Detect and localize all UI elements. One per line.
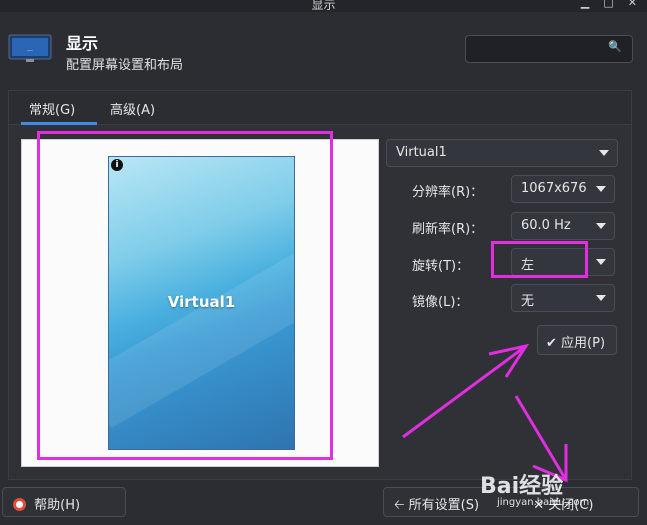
resolution-label: 分辨率(R)： <box>412 185 484 200</box>
svg-text:...: ... <box>27 46 33 53</box>
resolution-combo[interactable]: 1067x676 <box>511 175 615 203</box>
search-input[interactable]: 🔍 <box>465 35 633 63</box>
chevron-down-icon <box>596 223 606 229</box>
display-select[interactable]: Virtual1 <box>386 139 618 167</box>
display-preview: i Virtual1 <box>21 139 379 467</box>
page-title: 显示 <box>66 34 99 53</box>
active-tab-indicator <box>21 122 97 125</box>
all-settings-label: 所有设置(S) <box>408 498 480 513</box>
search-icon: 🔍 <box>608 40 622 53</box>
monitor-virtual1[interactable]: i Virtual1 <box>108 156 295 450</box>
refresh-label: 刷新率(R)： <box>412 222 484 237</box>
tab-general[interactable]: 常规(G) <box>29 99 75 118</box>
info-icon[interactable]: i <box>111 159 123 171</box>
title-bar: 显示 ▁ □ ✕ <box>0 0 647 12</box>
lifebuoy-icon <box>13 498 26 511</box>
refresh-combo[interactable]: 60.0 Hz <box>511 212 615 240</box>
apply-button[interactable]: ✔ 应用(P) <box>537 325 617 355</box>
mirror-value: 无 <box>521 294 535 309</box>
check-icon: ✔ <box>546 336 557 351</box>
minimize-icon[interactable]: ▁ <box>581 0 589 9</box>
refresh-value: 60.0 Hz <box>521 218 571 233</box>
chevron-down-icon <box>596 295 606 301</box>
chevron-down-icon <box>599 150 609 156</box>
help-button-label: 帮助(H) <box>34 498 81 513</box>
page-subtitle: 配置屏幕设置和布局 <box>66 58 184 73</box>
maximize-icon[interactable]: □ <box>603 0 613 9</box>
window-controls: ▁ □ ✕ <box>581 0 637 9</box>
rotation-combo[interactable]: 左 <box>511 248 615 276</box>
settings-notebook: 常规(G) 高级(A) i Virtual1 Virtual1 分辨率(R)： … <box>8 90 632 480</box>
watermark-url: jingyan.baidu.com <box>497 497 590 508</box>
close-window-icon[interactable]: ✕ <box>628 0 637 9</box>
help-button[interactable]: 帮助(H) <box>2 487 126 517</box>
display-select-value: Virtual1 <box>396 145 447 160</box>
arrow-left-icon: 🡠 <box>394 498 405 513</box>
tab-advanced[interactable]: 高级(A) <box>110 99 155 118</box>
display-icon: ... <box>8 34 52 62</box>
apply-button-label: 应用(P) <box>561 336 606 351</box>
mirror-label: 镜像(L)： <box>412 295 469 310</box>
monitor-label: Virtual1 <box>167 293 236 311</box>
rotation-value: 左 <box>521 258 535 273</box>
tab-bar: 常规(G) 高级(A) <box>9 91 631 125</box>
resolution-value: 1067x676 <box>521 181 587 196</box>
chevron-down-icon <box>596 186 606 192</box>
mirror-combo[interactable]: 无 <box>511 284 615 312</box>
header: ... 显示 配置屏幕设置和布局 🔍 <box>0 12 647 84</box>
rotation-label: 旋转(T)： <box>412 259 470 274</box>
watermark-logo: Bai经验 <box>480 474 564 499</box>
chevron-down-icon <box>596 259 606 265</box>
